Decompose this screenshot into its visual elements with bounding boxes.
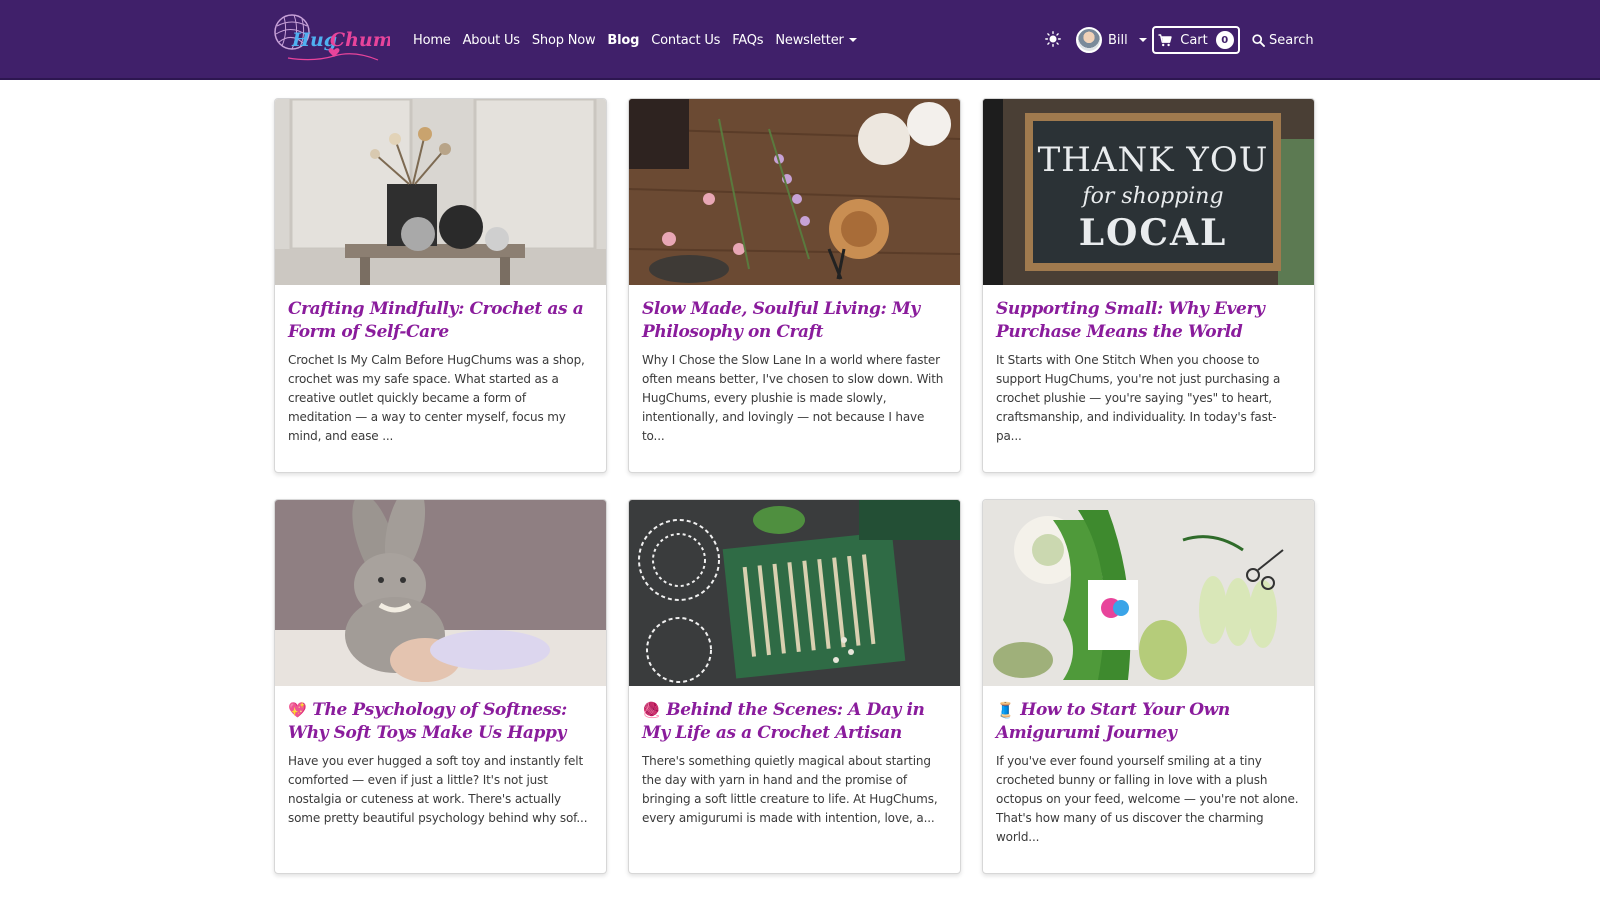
- user-menu-dropdown[interactable]: Bill: [1076, 25, 1147, 55]
- user-name: Bill: [1108, 32, 1128, 48]
- blog-card-title[interactable]: Supporting Small: Why Every Purchase Mea…: [996, 298, 1301, 344]
- cart-button[interactable]: Cart 0: [1152, 26, 1240, 54]
- blog-card-excerpt: Crochet Is My Calm Before HugChums was a…: [288, 353, 585, 443]
- heart-emoji: 💖: [288, 701, 307, 719]
- blog-card-title[interactable]: 🧶 Behind the Scenes: A Day in My Life as …: [642, 699, 947, 745]
- blog-card-image[interactable]: [629, 99, 960, 285]
- blog-card-excerpt: There's something quietly magical about …: [642, 754, 938, 825]
- sun-icon[interactable]: [1044, 30, 1062, 48]
- blog-card-image[interactable]: [629, 500, 960, 686]
- blog-card[interactable]: 🧵 How to Start Your Own Amigurumi Journey…: [982, 499, 1315, 874]
- blog-card[interactable]: Crafting Mindfully: Crochet as a Form of…: [274, 98, 607, 473]
- blog-card[interactable]: Slow Made, Soulful Living: My Philosophy…: [628, 98, 961, 473]
- hugchums-logo[interactable]: Hug Chums: [274, 10, 390, 68]
- nav-shop-now[interactable]: Shop Now: [526, 33, 602, 48]
- nav-home[interactable]: Home: [407, 33, 457, 48]
- search-label: Search: [1269, 32, 1314, 48]
- blog-card-title-text: How to Start Your Own Amigurumi Journey: [996, 700, 1230, 743]
- navbar: Hug Chums Home About Us Shop Now Blog Co…: [0, 0, 1600, 80]
- blog-post-grid: Crafting Mindfully: Crochet as a Form of…: [274, 98, 1316, 874]
- blog-card[interactable]: THANK YOU for shopping LOCAL Supporting …: [982, 98, 1315, 473]
- blog-card-title[interactable]: Crafting Mindfully: Crochet as a Form of…: [288, 298, 593, 344]
- nav-contact-us[interactable]: Contact Us: [645, 33, 726, 48]
- nav-newsletter-dropdown[interactable]: Newsletter: [769, 33, 862, 48]
- blog-card-title[interactable]: 💖 The Psychology of Softness: Why Soft To…: [288, 699, 593, 745]
- blog-card-title[interactable]: 🧵 How to Start Your Own Amigurumi Journey: [996, 699, 1301, 745]
- blog-card-excerpt: Have you ever hugged a soft toy and inst…: [288, 754, 588, 825]
- cart-icon: [1158, 33, 1172, 46]
- blog-card[interactable]: 💖 The Psychology of Softness: Why Soft To…: [274, 499, 607, 874]
- svg-text:for shopping: for shopping: [1080, 184, 1223, 209]
- blog-card-image[interactable]: [983, 500, 1314, 686]
- yarn-emoji: 🧶: [642, 701, 661, 719]
- svg-text:Chums: Chums: [330, 29, 390, 51]
- svg-text:LOCAL: LOCAL: [1079, 212, 1228, 254]
- nav-newsletter-label: Newsletter: [775, 32, 844, 48]
- thread-emoji: 🧵: [996, 701, 1015, 719]
- cart-label: Cart: [1180, 32, 1208, 48]
- blog-card-image[interactable]: [275, 99, 606, 285]
- blog-card-excerpt: Why I Chose the Slow Lane In a world whe…: [642, 353, 944, 443]
- blog-card-title[interactable]: Slow Made, Soulful Living: My Philosophy…: [642, 298, 947, 344]
- blog-card-image[interactable]: THANK YOU for shopping LOCAL: [983, 99, 1314, 285]
- blog-card-excerpt: If you've ever found yourself smiling at…: [996, 754, 1299, 844]
- blog-card-image[interactable]: [275, 500, 606, 686]
- svg-text:THANK YOU: THANK YOU: [1038, 140, 1269, 180]
- caret-down-icon: [1138, 38, 1147, 42]
- caret-down-icon: [848, 37, 857, 42]
- nav-blog[interactable]: Blog: [601, 33, 645, 48]
- search-button[interactable]: Search: [1252, 28, 1314, 52]
- blog-card-title-text: Behind the Scenes: A Day in My Life as a…: [642, 700, 925, 743]
- cart-count-badge: 0: [1215, 31, 1234, 49]
- blog-card-excerpt: It Starts with One Stitch When you choos…: [996, 353, 1281, 443]
- blog-card-title-text: The Psychology of Softness: Why Soft Toy…: [288, 700, 567, 743]
- main-nav: Home About Us Shop Now Blog Contact Us F…: [407, 0, 863, 80]
- blog-card[interactable]: 🧶 Behind the Scenes: A Day in My Life as …: [628, 499, 961, 874]
- search-icon: [1252, 33, 1265, 47]
- nav-about-us[interactable]: About Us: [457, 33, 526, 48]
- avatar: [1076, 27, 1102, 53]
- nav-faqs[interactable]: FAQs: [726, 33, 769, 48]
